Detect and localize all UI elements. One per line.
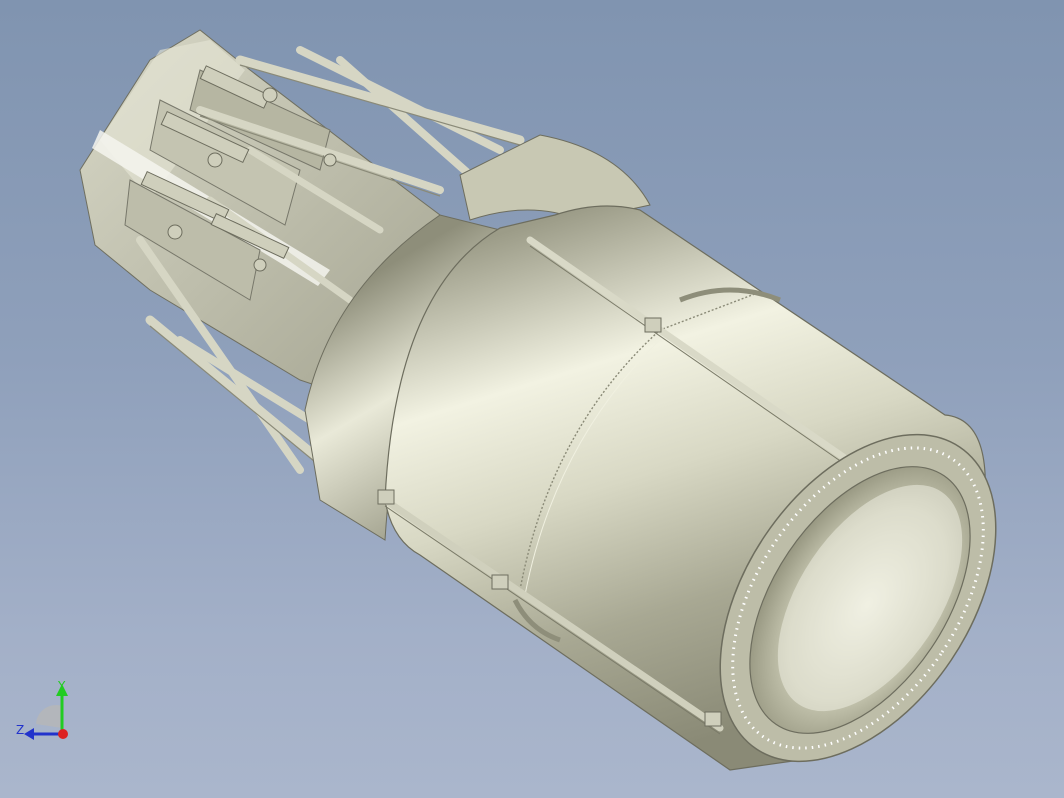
z-axis-arrowhead bbox=[24, 728, 34, 740]
z-axis-label: Z bbox=[16, 723, 24, 737]
axis-triad: Y Z bbox=[16, 679, 68, 740]
x-axis-origin bbox=[58, 729, 68, 739]
cad-3d-viewport[interactable]: Y Z bbox=[0, 0, 1064, 798]
afterburner-assembly-model bbox=[79, 29, 997, 771]
y-axis-label: Y bbox=[57, 679, 66, 693]
triad-arc bbox=[36, 705, 62, 728]
